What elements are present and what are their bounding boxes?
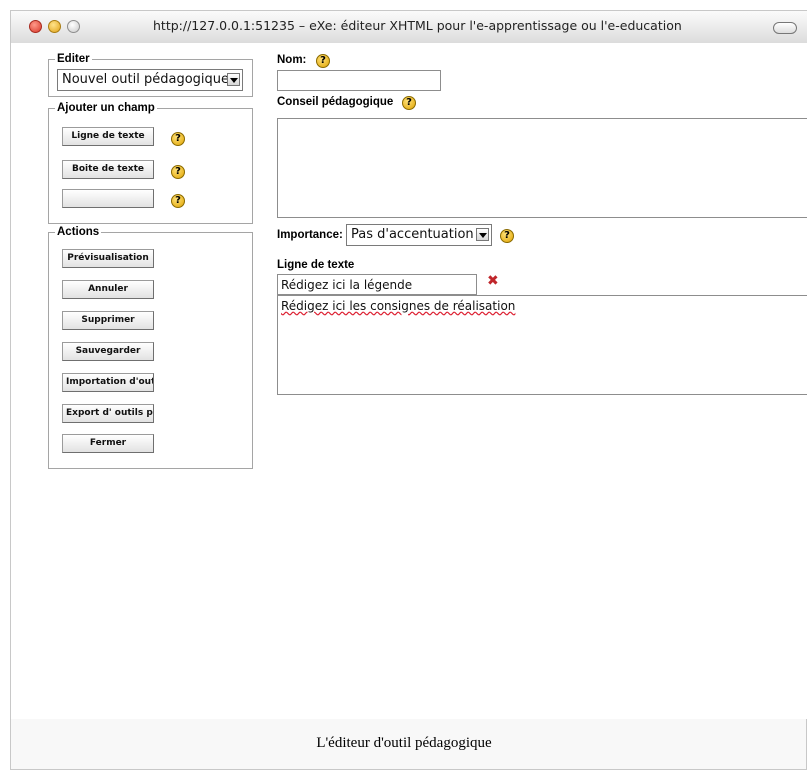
tool-editor-content: Editer Nouvel outil pédagogique Ajouter … <box>11 43 807 719</box>
save-button[interactable]: Sauvegarder <box>62 342 154 361</box>
advice-textarea[interactable] <box>277 118 807 218</box>
export-tool-button[interactable]: Export d' outils péd <box>62 404 154 423</box>
cancel-button[interactable]: Annuler <box>62 280 154 299</box>
help-icon[interactable]: ? <box>171 132 185 146</box>
caption-input[interactable]: Rédigez ici la légende <box>277 274 477 295</box>
close-window-icon[interactable] <box>29 20 42 33</box>
actions-legend: Actions <box>57 226 100 238</box>
importance-select[interactable]: Pas d'accentuation <box>346 224 492 246</box>
help-icon[interactable]: ? <box>402 96 416 110</box>
add-empty-field-button[interactable] <box>62 189 154 208</box>
add-text-box-button[interactable]: Boite de texte <box>62 160 154 179</box>
figure-caption: L'éditeur d'outil pédagogique <box>316 735 492 751</box>
name-input[interactable] <box>277 70 441 91</box>
window-titlebar: http://127.0.0.1:51235 – eXe: éditeur XH… <box>11 11 807 44</box>
importance-select-value: Pas d'accentuation <box>351 227 474 242</box>
instructions-textarea[interactable]: Rédigez ici les consignes de réalisation <box>277 295 807 395</box>
help-icon[interactable]: ? <box>171 194 185 208</box>
chevron-down-icon[interactable] <box>227 73 240 86</box>
window-title: http://127.0.0.1:51235 – eXe: éditeur XH… <box>153 18 682 33</box>
zoom-window-icon[interactable] <box>67 20 80 33</box>
import-tool-button[interactable]: Importation d'outi <box>62 373 154 392</box>
toolbar-toggle-icon[interactable] <box>773 22 797 34</box>
add-text-line-button[interactable]: Ligne de texte <box>62 127 154 146</box>
tool-select[interactable]: Nouvel outil pédagogique <box>57 69 243 91</box>
help-icon[interactable]: ? <box>316 54 330 68</box>
advice-label: Conseil pédagogique <box>277 96 394 108</box>
minimize-window-icon[interactable] <box>48 20 61 33</box>
close-button[interactable]: Fermer <box>62 434 154 453</box>
delete-field-icon[interactable]: ✖ <box>487 273 499 289</box>
text-line-section-label: Ligne de texte <box>277 259 355 271</box>
add-field-legend: Ajouter un champ <box>57 102 155 114</box>
preview-button[interactable]: Prévisualisation <box>62 249 154 268</box>
edit-legend: Editer <box>57 53 90 65</box>
help-icon[interactable]: ? <box>171 165 185 179</box>
importance-label: Importance: <box>277 229 343 241</box>
tool-select-value: Nouvel outil pédagogique <box>62 72 230 87</box>
name-label: Nom: <box>277 54 307 66</box>
chevron-down-icon[interactable] <box>476 228 489 241</box>
delete-button[interactable]: Supprimer <box>62 311 154 330</box>
help-icon[interactable]: ? <box>500 229 514 243</box>
